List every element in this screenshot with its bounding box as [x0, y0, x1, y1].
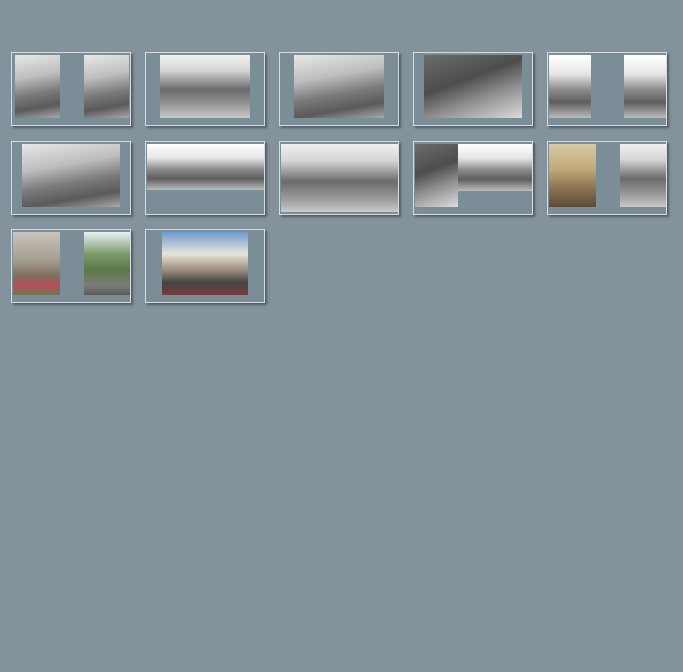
gallery-thumbnail[interactable]: [11, 141, 131, 215]
thumbnail-photo-right: [84, 232, 130, 295]
gallery-thumbnail[interactable]: [547, 52, 667, 126]
thumbnail-caption: [150, 209, 260, 212]
thumbnail-photo-left: [15, 55, 60, 118]
thumbnail-caption: [284, 120, 394, 123]
gallery-thumbnail[interactable]: [279, 52, 399, 126]
thumbnail-photo-right: [84, 55, 129, 118]
thumbnail-caption: [16, 297, 126, 300]
thumbnail-photo: [22, 144, 120, 207]
thumbnail-photo-left: [549, 55, 591, 118]
thumbnail-caption: [418, 120, 528, 123]
gallery-thumbnail[interactable]: [11, 52, 131, 126]
thumbnail-photo: [281, 144, 398, 212]
gallery-thumbnail[interactable]: [547, 141, 667, 215]
thumbnail-caption: [552, 120, 662, 123]
gallery-thumbnail[interactable]: [279, 141, 399, 215]
gallery-thumbnail[interactable]: [413, 141, 533, 215]
thumbnail-photo: [147, 144, 264, 190]
thumbnail-photo-left: [549, 144, 596, 207]
thumbnail-photo: [162, 232, 248, 295]
thumbnail-caption: [552, 209, 662, 212]
gallery-thumbnail[interactable]: [413, 52, 533, 126]
thumbnail-photo-right: [458, 144, 532, 191]
gallery-thumbnail[interactable]: [145, 141, 265, 215]
gallery-thumbnail[interactable]: [145, 229, 265, 303]
thumbnail-photo-right: [624, 55, 666, 118]
thumbnail-photo-left: [415, 144, 458, 207]
thumbnail-caption: [16, 209, 126, 212]
thumbnail-caption: [418, 209, 528, 212]
gallery-thumbnail[interactable]: [145, 52, 265, 126]
thumbnail-caption: [150, 297, 260, 300]
thumbnail-photo-left: [13, 232, 60, 295]
thumbnail-photo: [294, 55, 384, 118]
thumbnail-photo: [424, 55, 522, 118]
thumbnail-photo-right: [620, 144, 666, 207]
thumbnail-caption: [284, 209, 394, 212]
thumbnail-caption: [16, 120, 126, 123]
gallery-thumbnail[interactable]: [11, 229, 131, 303]
thumbnail-caption: [150, 120, 260, 123]
thumbnail-photo: [160, 55, 250, 118]
